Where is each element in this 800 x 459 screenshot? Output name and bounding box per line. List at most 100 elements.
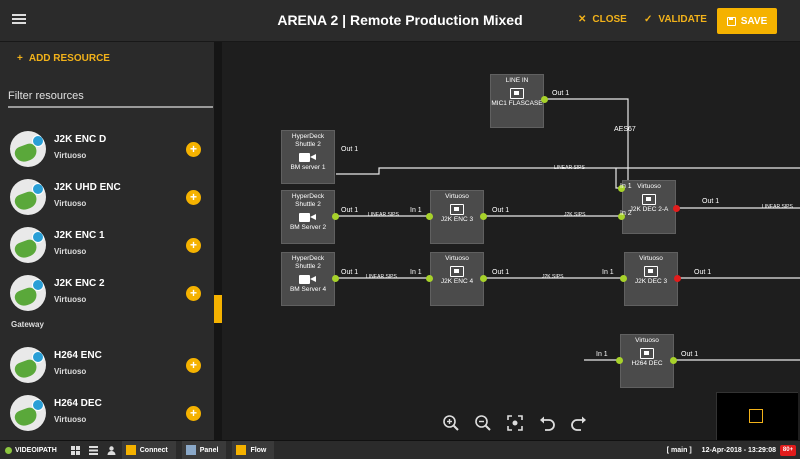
app-root: ARENA 2 | Remote Production Mixed ✕ CLOS… [0,0,800,459]
node-j2k-dec-3[interactable]: Virtuoso J2K DEC 3 [624,252,678,306]
resource-avatar [10,275,46,311]
filter-resources-input[interactable] [8,86,213,108]
resource-type: Virtuoso [54,295,87,304]
port-label: In 1 [410,207,422,214]
resource-avatar [10,131,46,167]
node-line-in[interactable]: LINE IN MIC1 FLASCASE [490,74,544,128]
chip-icon [510,88,524,99]
input-port[interactable] [426,275,433,282]
video-camera-icon [299,152,317,163]
port-label: Out 1 [341,207,359,214]
notification-badge[interactable]: 80+ [780,445,796,456]
output-port[interactable] [480,213,487,220]
output-port[interactable] [670,357,677,364]
link-label: J2K SIPS [542,274,564,280]
add-resource-button[interactable]: + ADD RESOURCE [17,53,110,64]
chip-icon [642,194,656,205]
check-badge-icon [32,351,44,363]
connection-aes67[interactable] [547,98,629,223]
sidebar-scroll-thumb[interactable] [214,295,222,323]
close-label: CLOSE [592,14,627,25]
canvas-controls [442,414,588,432]
canvas-minimap[interactable] [716,392,798,440]
add-resource-label: ADD RESOURCE [28,53,110,64]
output-port[interactable] [332,275,339,282]
node-hyperdeck-2[interactable]: HyperDeck Shuttle 2 BM Server 2 [281,190,335,244]
resource-name: H264 DEC [54,398,102,409]
resource-item[interactable]: J2K ENC D Virtuoso + [0,126,214,174]
node-title: HyperDeck Shuttle 2 [291,193,325,208]
add-to-canvas-plus-icon[interactable]: + [186,358,201,373]
tab-connect[interactable]: Connect [121,440,176,459]
input-port[interactable] [620,275,627,282]
resource-avatar [10,179,46,215]
node-hyperdeck-4[interactable]: HyperDeck Shuttle 2 BM Server 4 [281,252,335,306]
output-port-error[interactable] [674,275,681,282]
list-view-icon[interactable] [88,445,98,455]
user-icon[interactable] [107,445,116,455]
tab-panel[interactable]: Panel [181,440,227,459]
minimap-viewport[interactable] [749,409,763,423]
validate-button[interactable]: ✓ VALIDATE [644,14,707,25]
top-bar: ARENA 2 | Remote Production Mixed ✕ CLOS… [0,0,800,42]
node-j2k-enc-4[interactable]: Virtuoso J2K ENC 4 [430,252,484,306]
sidebar-scrollbar[interactable] [214,42,222,440]
check-badge-icon [32,399,44,411]
resource-item[interactable]: J2K ENC 1 Virtuoso + [0,222,214,270]
add-to-canvas-plus-icon[interactable]: + [186,286,201,301]
zoom-out-icon[interactable] [474,414,492,432]
resource-avatar [10,395,46,431]
add-to-canvas-plus-icon[interactable]: + [186,142,201,157]
zoom-in-icon[interactable] [442,414,460,432]
resource-type: Virtuoso [54,415,87,424]
node-label: BM Server 4 [289,286,327,293]
node-hyperdeck-1[interactable]: HyperDeck Shuttle 2 BM server 1 [281,130,335,184]
resource-type: Virtuoso [54,151,87,160]
port-label: Out 1 [341,269,359,276]
tab-flow[interactable]: Flow [232,440,275,459]
group-label-gateway: Gateway [11,320,44,329]
node-title: Virtuoso [635,337,659,344]
resource-name: J2K ENC 2 [54,278,105,289]
resource-item[interactable]: H264 DEC Virtuoso + [0,390,214,438]
connect-icon [125,445,136,455]
save-button[interactable]: SAVE [717,8,777,34]
port-label: In 1 [410,269,422,276]
node-label: J2K ENC 3 [440,216,474,223]
resource-item[interactable]: J2K ENC 2 Virtuoso + [0,270,214,318]
input-port[interactable] [616,357,623,364]
resource-item[interactable]: H264 ENC Virtuoso + [0,342,214,390]
output-port[interactable] [332,213,339,220]
close-icon: ✕ [578,14,587,25]
node-label: J2K ENC 4 [440,278,474,285]
output-port[interactable] [480,275,487,282]
tab-flow-label: Flow [250,446,267,454]
resource-name: J2K UHD ENC [54,182,121,193]
fit-to-screen-icon[interactable] [506,414,524,432]
port-label: Out 1 [341,146,359,153]
add-to-canvas-plus-icon[interactable]: + [186,406,201,421]
resource-item[interactable]: J2K UHD ENC Virtuoso + [0,174,214,222]
add-to-canvas-plus-icon[interactable]: + [186,190,201,205]
resource-avatar [10,227,46,263]
port-label: Out 1 [681,351,699,358]
port-label: Out 1 [492,269,510,276]
undo-icon[interactable] [538,414,556,432]
node-title: HyperDeck Shuttle 2 [291,133,325,148]
link-label: LINEAR SIPS [366,274,397,280]
node-h264-dec[interactable]: Virtuoso H264 DEC [620,334,674,388]
status-bar: VIDEOIPATH Connect Panel Flow [ main ] 1… [0,440,800,459]
grid-view-icon[interactable] [70,445,80,455]
flow-canvas[interactable]: LINE IN MIC1 FLASCASE Out 1 AES67 HyperD… [224,42,800,440]
close-button[interactable]: ✕ CLOSE [578,14,627,25]
node-j2k-enc-3[interactable]: Virtuoso J2K ENC 3 [430,190,484,244]
brand: VIDEOIPATH [5,446,57,454]
port-label: In 2 [620,210,632,217]
add-to-canvas-plus-icon[interactable]: + [186,238,201,253]
output-port[interactable] [541,96,548,103]
resource-avatar [10,347,46,383]
redo-icon[interactable] [570,414,588,432]
output-port-error[interactable] [673,205,680,212]
input-port[interactable] [426,213,433,220]
port-label: Out 1 [492,207,510,214]
